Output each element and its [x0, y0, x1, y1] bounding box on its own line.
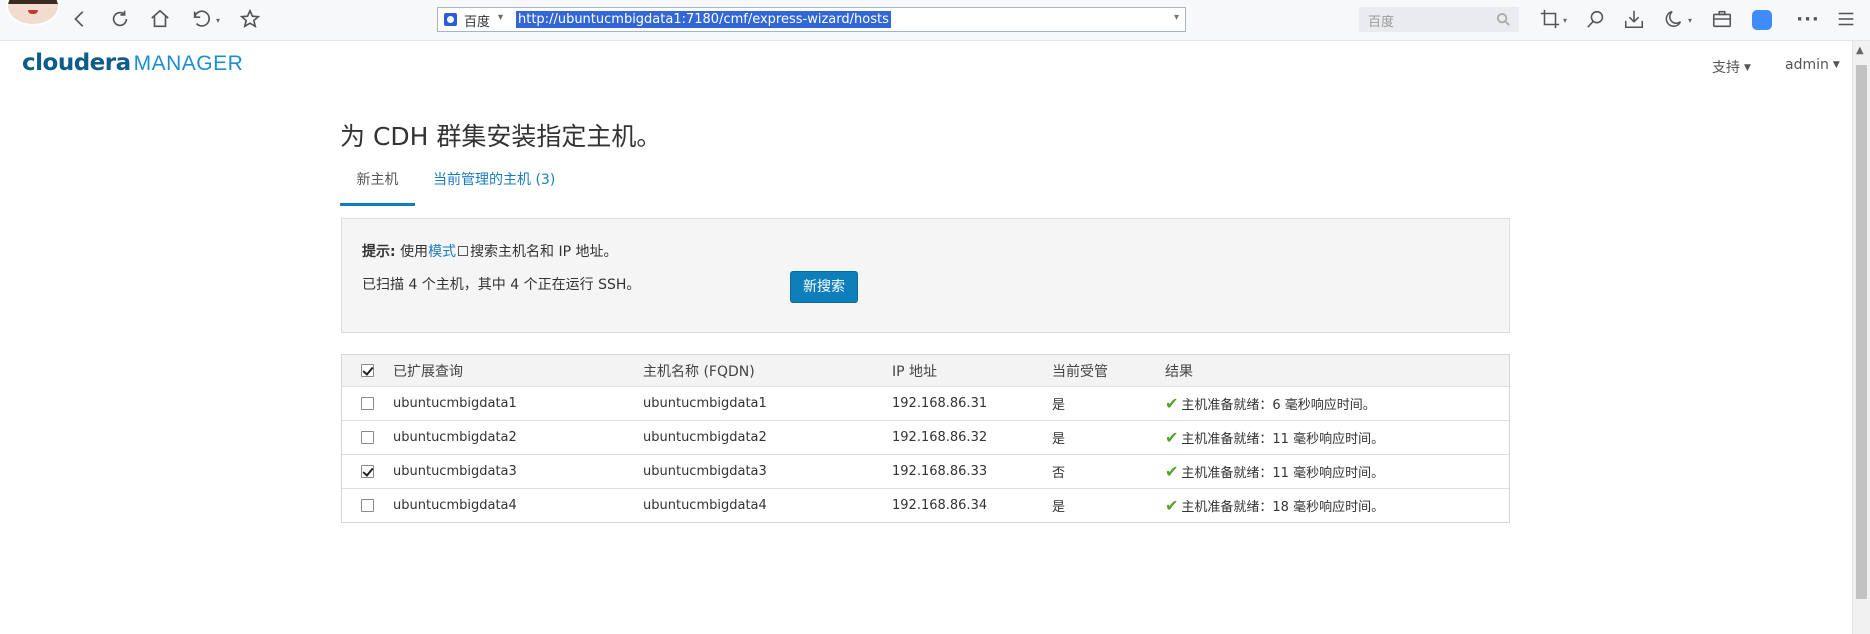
column-header-ip[interactable]: IP 地址: [892, 355, 937, 386]
tab-new-hosts[interactable]: 新主机: [340, 169, 415, 206]
search-engine-name[interactable]: 百度: [464, 11, 490, 30]
home-icon[interactable]: [148, 8, 172, 32]
support-menu-label: 支持: [1712, 60, 1740, 76]
row-result: ✔ 主机准备就绪：11 毫秒响应时间。: [1165, 421, 1384, 454]
user-menu[interactable]: admin ▼: [1785, 57, 1840, 73]
support-menu[interactable]: 支持 ▼: [1712, 57, 1751, 77]
browser-toolbar: ▾ 百度 ▾ http://ubuntucmbigdata1:7180/cmf/…: [0, 0, 1870, 41]
row-query: ubuntucmbigdata4: [393, 498, 517, 513]
select-all-checkbox[interactable]: [361, 364, 374, 377]
download-icon[interactable]: [1622, 8, 1646, 32]
row-checkbox[interactable]: [361, 431, 374, 444]
row-managed: 否: [1052, 466, 1066, 481]
avatar-hair: [8, 0, 58, 4]
scroll-up-icon[interactable]: ▲: [1856, 45, 1864, 56]
row-fqdn: ubuntucmbigdata4: [643, 498, 767, 513]
table-row: ubuntucmbigdata4 ubuntucmbigdata4 192.16…: [342, 489, 1509, 522]
row-checkbox[interactable]: [361, 465, 374, 478]
engine-dropdown-icon[interactable]: ▾: [498, 12, 503, 23]
row-query: ubuntucmbigdata1: [393, 396, 517, 411]
row-result-text: 主机准备就绪：11 毫秒响应时间。: [1181, 432, 1385, 447]
row-managed: 是: [1052, 500, 1066, 515]
row-checkbox[interactable]: [361, 499, 374, 512]
checkmark-icon: ✔: [1165, 462, 1179, 481]
new-search-button[interactable]: 新搜索: [790, 271, 858, 303]
night-mode-dropdown-icon[interactable]: ▾: [1688, 16, 1692, 25]
row-result: ✔ 主机准备就绪：11 毫秒响应时间。: [1165, 455, 1384, 488]
address-bar[interactable]: 百度 ▾ http://ubuntucmbigdata1:7180/cmf/ex…: [437, 7, 1186, 32]
column-header-fqdn[interactable]: 主机名称 (FQDN): [643, 355, 755, 386]
row-fqdn: ubuntucmbigdata2: [643, 430, 767, 445]
hint-label: 提示:: [362, 244, 396, 260]
row-result-text: 主机准备就绪：11 毫秒响应时间。: [1181, 466, 1385, 481]
column-header-result[interactable]: 结果: [1165, 355, 1193, 386]
column-header-managed[interactable]: 当前受管: [1052, 355, 1108, 386]
logo-manager-text: MANAGER: [133, 52, 244, 75]
address-dropdown-icon[interactable]: ▾: [1174, 12, 1179, 23]
pattern-link[interactable]: 模式: [428, 244, 456, 260]
user-menu-label: admin: [1785, 57, 1829, 73]
scroll-thumb[interactable]: [1856, 65, 1867, 599]
baidu-logo-icon: [444, 13, 457, 26]
night-mode-icon[interactable]: [1662, 8, 1686, 32]
table-row: ubuntucmbigdata3 ubuntucmbigdata3 192.16…: [342, 455, 1509, 489]
crop-screenshot-icon[interactable]: [1538, 8, 1562, 32]
hint-prefix: 使用: [400, 244, 429, 260]
row-query: ubuntucmbigdata2: [393, 430, 517, 445]
favorite-star-icon[interactable]: [238, 8, 262, 32]
undo-icon[interactable]: [190, 8, 214, 32]
column-header-query[interactable]: 已扩展查询: [393, 355, 463, 386]
row-query: ubuntucmbigdata3: [393, 464, 517, 479]
row-managed: 是: [1052, 398, 1066, 413]
scan-result-text: 已扫描 4 个主机，其中 4 个正在运行 SSH。: [362, 277, 641, 293]
avatar-mouth: [28, 10, 38, 14]
tab-managed-hosts[interactable]: 当前管理的主机 (3): [433, 169, 555, 189]
tab-bar: 新主机 当前管理的主机 (3): [340, 163, 1510, 206]
chevron-down-icon: ▼: [1832, 60, 1840, 70]
more-menu-icon[interactable]: ···: [1796, 8, 1820, 32]
row-result-text: 主机准备就绪：6 毫秒响应时间。: [1181, 398, 1376, 413]
back-icon[interactable]: [68, 8, 92, 32]
row-checkbox[interactable]: [361, 397, 374, 410]
row-result: ✔ 主机准备就绪：18 毫秒响应时间。: [1165, 489, 1384, 522]
checkmark-icon: ✔: [1165, 496, 1179, 515]
search-info-panel: 提示: 使用模式 搜索主机名和 IP 地址。 已扫描 4 个主机，其中 4 个正在…: [341, 218, 1510, 333]
row-ip: 192.168.86.34: [892, 498, 988, 513]
user-avatar[interactable]: [6, 0, 60, 26]
search-placeholder: 百度: [1368, 15, 1395, 30]
hint-suffix: 搜索主机名和 IP 地址。: [470, 244, 618, 260]
hosts-table: 已扩展查询 主机名称 (FQDN) IP 地址 当前受管 结果 ubuntucm…: [341, 354, 1510, 523]
checkmark-icon: ✔: [1165, 394, 1179, 413]
row-fqdn: ubuntucmbigdata3: [643, 464, 767, 479]
table-row: ubuntucmbigdata1 ubuntucmbigdata1 192.16…: [342, 387, 1509, 421]
toolbox-icon[interactable]: [1710, 8, 1734, 32]
row-ip: 192.168.86.32: [892, 430, 988, 445]
search-hint: 提示: 使用模式 搜索主机名和 IP 地址。: [362, 241, 618, 261]
cloudera-manager-logo[interactable]: cloudera MANAGER: [22, 50, 243, 78]
table-header-row: 已扩展查询 主机名称 (FQDN) IP 地址 当前受管 结果: [342, 355, 1509, 387]
search-page-icon[interactable]: [1584, 8, 1608, 32]
row-ip: 192.168.86.33: [892, 464, 988, 479]
hamburger-menu-icon[interactable]: [1834, 8, 1858, 32]
refresh-icon[interactable]: [108, 8, 132, 32]
browser-search-input[interactable]: 百度: [1359, 7, 1519, 32]
external-link-icon: [458, 246, 469, 256]
checkmark-icon: ✔: [1165, 428, 1179, 447]
url-text[interactable]: http://ubuntucmbigdata1:7180/cmf/express…: [516, 11, 891, 28]
page-title: 为 CDH 群集安装指定主机。: [340, 122, 662, 151]
screenshot-dropdown-icon[interactable]: ▾: [1563, 16, 1567, 25]
extension-icon[interactable]: [1752, 10, 1772, 30]
table-row: ubuntucmbigdata2 ubuntucmbigdata2 192.16…: [342, 421, 1509, 455]
chevron-down-icon: ▼: [1744, 63, 1751, 73]
row-managed: 是: [1052, 432, 1066, 447]
row-fqdn: ubuntucmbigdata1: [643, 396, 767, 411]
row-result: ✔ 主机准备就绪：6 毫秒响应时间。: [1165, 387, 1376, 420]
page-scrollbar[interactable]: ▲: [1852, 41, 1870, 634]
row-result-text: 主机准备就绪：18 毫秒响应时间。: [1181, 500, 1385, 515]
logo-cloudera-text: cloudera: [22, 50, 131, 76]
row-ip: 192.168.86.31: [892, 396, 988, 411]
search-icon[interactable]: [1496, 12, 1511, 27]
undo-dropdown-icon[interactable]: ▾: [216, 16, 220, 25]
